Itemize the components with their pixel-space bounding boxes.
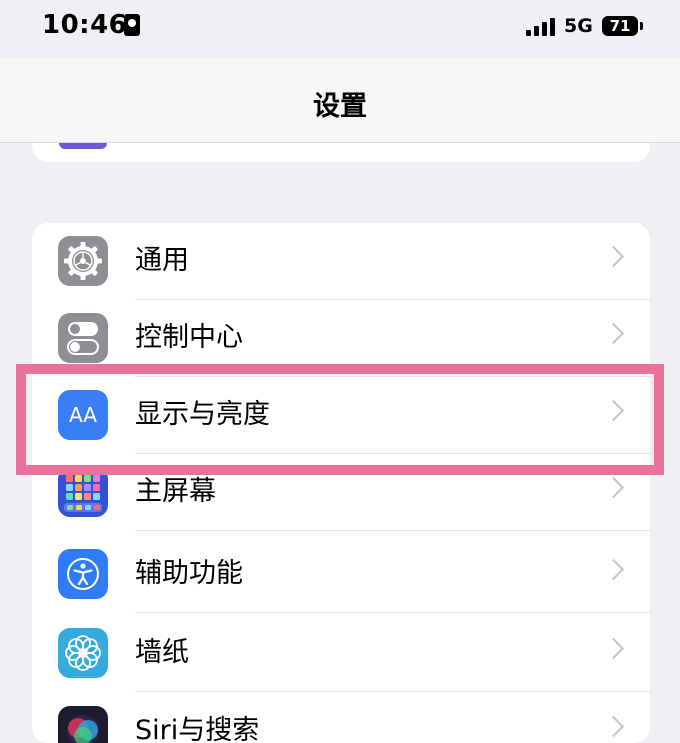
settings-row-siri-search[interactable]: Siri与搜索: [32, 693, 650, 743]
battery-icon: 71: [602, 16, 638, 36]
flower-icon: [58, 628, 108, 678]
navigation-bar: 设置: [0, 58, 680, 143]
settings-row-wallpaper[interactable]: 墙纸: [32, 615, 650, 692]
chevron-right-icon: [602, 637, 625, 660]
row-separator: [135, 691, 650, 692]
settings-label-siri-search: Siri与搜索: [135, 715, 260, 743]
sim-card-icon: [124, 14, 140, 36]
accessibility-icon: [58, 549, 108, 599]
status-time: 10:46: [42, 10, 128, 40]
row-separator: [135, 612, 650, 613]
chevron-right-icon: [602, 322, 625, 345]
chevron-right-icon: [602, 245, 625, 268]
gear-icon: [58, 236, 108, 286]
cellular-signal-icon: [526, 18, 556, 36]
settings-row-accessibility[interactable]: 辅助功能: [32, 536, 650, 613]
settings-row-general[interactable]: 通用: [32, 223, 650, 300]
settings-label-general: 通用: [135, 245, 189, 276]
network-type: 5G: [564, 15, 593, 37]
settings-label-home-screen: 主屏幕: [135, 476, 216, 507]
chevron-right-icon: [602, 715, 625, 738]
chevron-right-icon: [602, 558, 625, 581]
toggles-icon: [58, 313, 108, 363]
settings-group: 通用 控制中心 AA 显示与亮度 主屏幕 辅助功能 墙纸 Siri与搜索: [32, 223, 650, 743]
status-bar: 10:46 5G 71: [0, 0, 680, 58]
partial-icon: [59, 143, 107, 149]
row-separator: [135, 530, 650, 531]
chevron-right-icon: [602, 476, 625, 499]
settings-label-accessibility: 辅助功能: [135, 558, 243, 589]
page-title: 设置: [313, 91, 367, 122]
siri-icon: [58, 706, 108, 743]
battery-cap: [640, 22, 643, 30]
settings-label-control-center: 控制中心: [135, 322, 243, 353]
highlight-box: [16, 364, 664, 475]
settings-label-wallpaper: 墙纸: [135, 637, 189, 668]
previous-settings-group: [32, 143, 650, 162]
